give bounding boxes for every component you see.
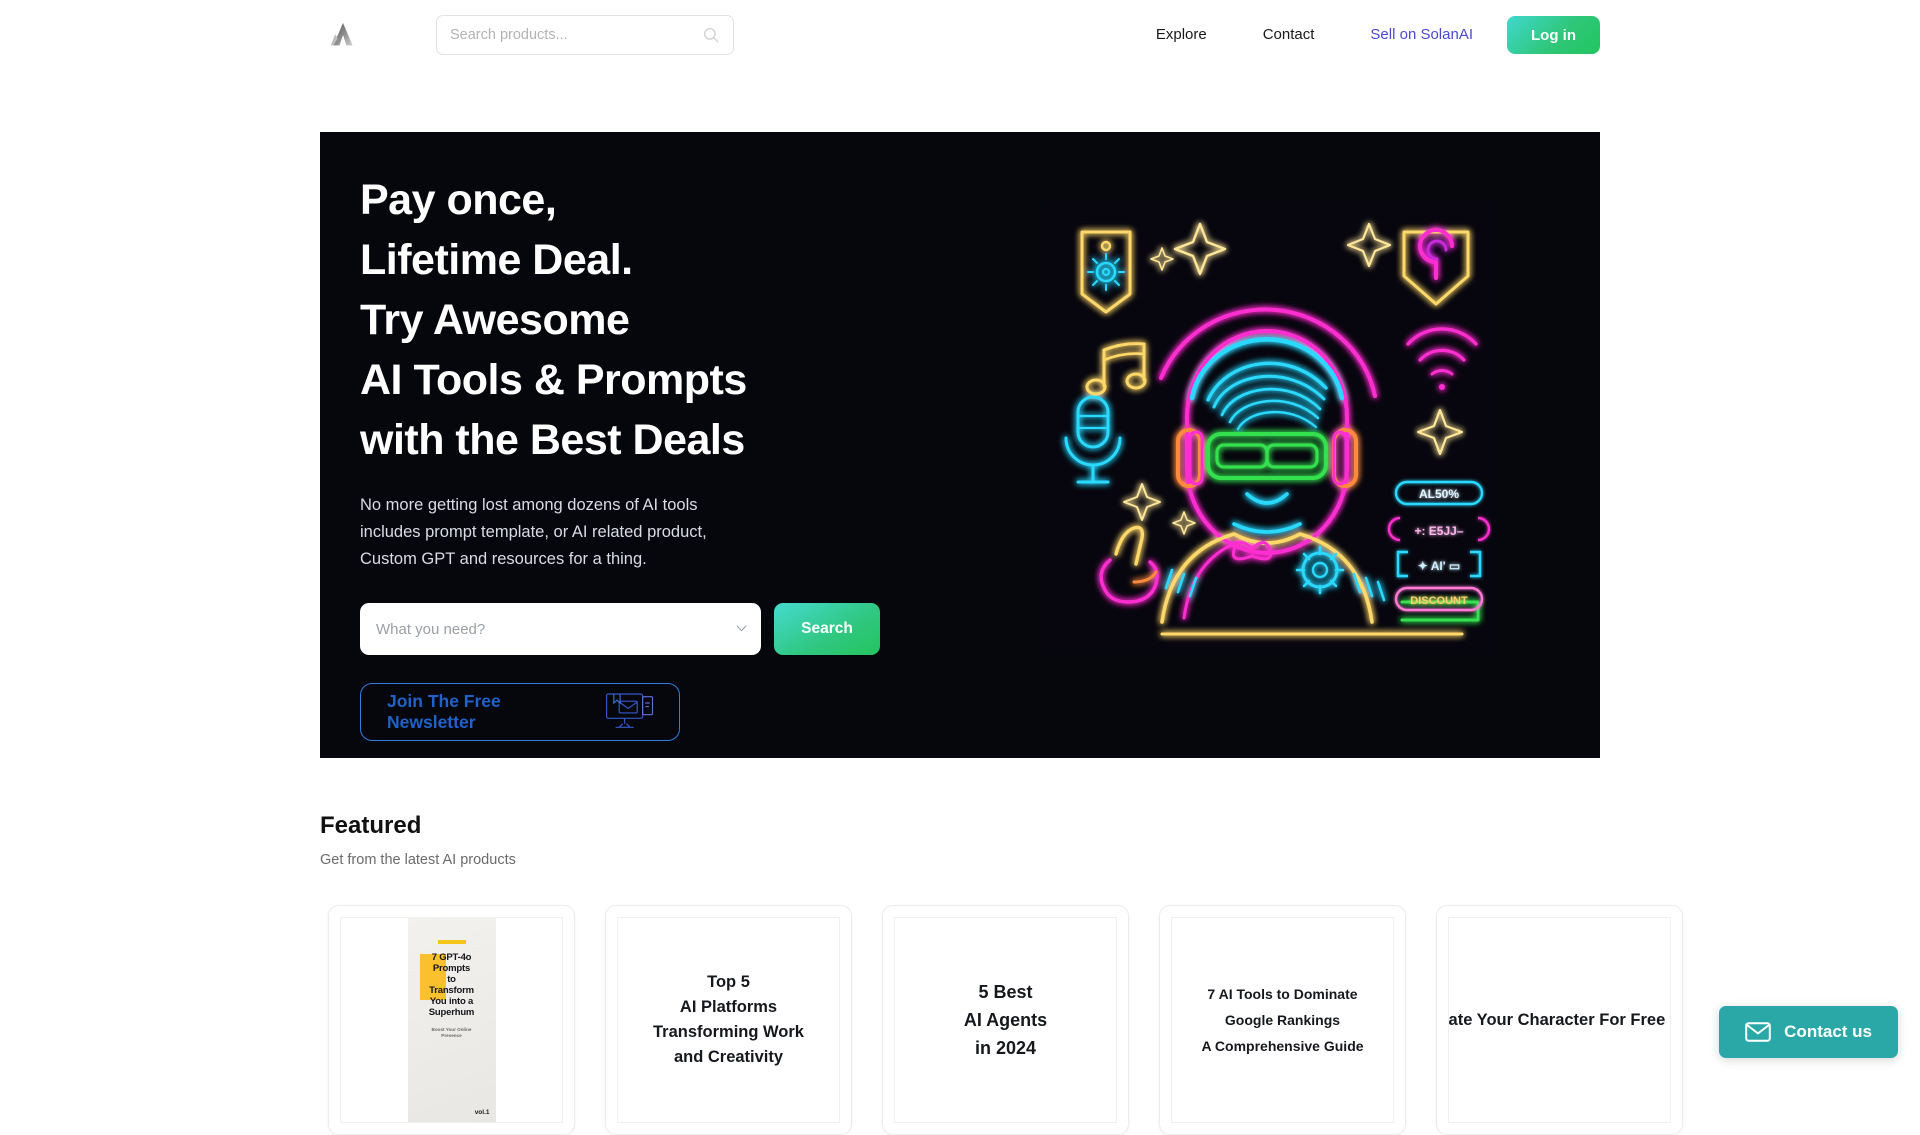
product-card-title: 7 GPT-4o Prompts to Transform You into a…: [429, 952, 474, 1018]
newsletter-button[interactable]: Join The Free Newsletter: [360, 683, 680, 741]
nav-item-contact[interactable]: Contact: [1235, 15, 1343, 55]
site-header: Explore Contact Sell on SolanAI Log in: [0, 0, 1920, 70]
hero-select-placeholder: What you need?: [376, 621, 485, 638]
product-card-thumbnail: 7 GPT-4o Prompts to Transform You into a…: [340, 917, 563, 1123]
search-icon: [702, 26, 720, 44]
hero-subtitle: No more getting lost among dozens of AI …: [360, 492, 880, 573]
cover-top-bar: [438, 940, 466, 944]
contact-us-widget[interactable]: Contact us: [1719, 1006, 1898, 1058]
svg-text:✦ AI' ▭: ✦ AI' ▭: [1418, 559, 1460, 573]
product-card-title: Top 5 AI Platforms Transforming Work and…: [647, 970, 810, 1070]
product-card-title: How to Animate Your Character For Free w…: [1448, 1008, 1671, 1033]
hero-search-button[interactable]: Search: [774, 603, 880, 655]
featured-subtitle: Get from the latest AI products: [320, 852, 1620, 868]
hero-search-row: What you need? Search: [360, 603, 880, 655]
contact-us-label: Contact us: [1784, 1022, 1872, 1042]
mountain-logo-icon: [323, 15, 363, 55]
nav-item-explore[interactable]: Explore: [1128, 15, 1235, 55]
svg-text:+: E5JJ–: +: E5JJ–: [1414, 524, 1463, 538]
product-card-volume: vol.1: [475, 1109, 490, 1116]
envelope-icon: [1745, 1022, 1771, 1042]
product-card[interactable]: Top 5 AI Platforms Transforming Work and…: [605, 905, 852, 1135]
hero-illustration: AL50% +: E5JJ– ✦ AI' ▭ DISCOUNT: [1042, 202, 1492, 652]
product-card-thumbnail: 5 Best AI Agents in 2024: [894, 917, 1117, 1123]
svg-text:DISCOUNT: DISCOUNT: [1410, 595, 1468, 607]
login-button[interactable]: Log in: [1507, 16, 1600, 54]
product-card[interactable]: 5 Best AI Agents in 2024: [882, 905, 1129, 1135]
product-card-subtitle: Boost Your Online Presence: [432, 1027, 472, 1039]
nav-item-sell-on-solanai[interactable]: Sell on SolanAI: [1342, 15, 1495, 55]
newsletter-label: Join The Free Newsletter: [387, 691, 501, 733]
featured-section-header: Featured Get from the latest AI products: [320, 812, 1620, 868]
featured-card-list: 7 GPT-4o Prompts to Transform You into a…: [328, 905, 1920, 1135]
product-card[interactable]: 7 AI Tools to Dominate Google Rankings A…: [1159, 905, 1406, 1135]
product-card[interactable]: How to Animate Your Character For Free w…: [1436, 905, 1683, 1135]
product-card[interactable]: 7 GPT-4o Prompts to Transform You into a…: [328, 905, 575, 1135]
search-input[interactable]: [450, 27, 702, 43]
hero-category-select[interactable]: What you need?: [360, 603, 761, 655]
svg-text:AL50%: AL50%: [1419, 487, 1459, 501]
newsletter-monitor-mail-icon: [603, 691, 657, 733]
neon-ai-character-illustration: AL50% +: E5JJ– ✦ AI' ▭ DISCOUNT: [1042, 202, 1492, 652]
product-card-title: 7 AI Tools to Dominate Google Rankings A…: [1195, 981, 1369, 1059]
hero-title: Pay once, Lifetime Deal. Try Awesome AI …: [360, 170, 880, 470]
chevron-down-icon: [736, 625, 747, 632]
main-nav: Explore Contact Sell on SolanAI Log in: [1128, 15, 1600, 55]
product-card-title: 5 Best AI Agents in 2024: [958, 978, 1053, 1062]
hero-banner: Pay once, Lifetime Deal. Try Awesome AI …: [320, 132, 1600, 758]
product-card-thumbnail: How to Animate Your Character For Free w…: [1448, 917, 1671, 1123]
featured-title: Featured: [320, 812, 1620, 840]
product-card-thumbnail: 7 AI Tools to Dominate Google Rankings A…: [1171, 917, 1394, 1123]
product-card-thumbnail: Top 5 AI Platforms Transforming Work and…: [617, 917, 840, 1123]
hero-copy: Pay once, Lifetime Deal. Try Awesome AI …: [360, 170, 880, 741]
ebook-cover: 7 GPT-4o Prompts to Transform You into a…: [408, 918, 496, 1122]
header-search-box[interactable]: [436, 15, 734, 55]
site-logo[interactable]: [320, 12, 366, 58]
